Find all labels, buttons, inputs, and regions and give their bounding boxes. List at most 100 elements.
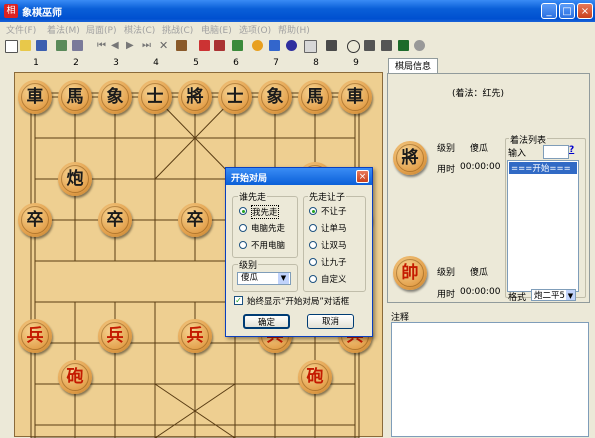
piece-black-horse[interactable]: 馬 [58,80,92,114]
level-select[interactable]: 傻瓜 ▼ [237,272,291,285]
color-icon[interactable] [252,40,263,51]
column-number: 4 [153,58,159,68]
radio-one-horse-label[interactable]: 让单马 [321,222,347,234]
ok-button[interactable]: 确定 [243,314,290,329]
engine-icon[interactable] [364,40,375,51]
move-input[interactable] [543,145,569,159]
radio-nine-pieces[interactable] [309,258,317,266]
piece-red-soldier[interactable]: 兵 [178,319,212,353]
radio-custom[interactable] [309,275,317,283]
bottom-player-piece: 帥 [393,256,427,290]
menu-file[interactable]: 文件(F) [6,23,36,36]
piece-black-soldier[interactable]: 卒 [18,203,52,237]
format-select[interactable]: 炮二平5 ▼ [531,289,576,301]
prev-move-icon[interactable]: ◀ [111,40,122,51]
column-number: 9 [353,58,359,68]
analysis-icon[interactable] [232,40,243,51]
always-show-checkbox[interactable]: ✓ [234,296,243,305]
moves-first-text: (着法：红先) [452,89,505,99]
paste-icon[interactable] [72,40,83,51]
radio-no-computer-label[interactable]: 不用电脑 [251,239,285,251]
column-number: 7 [273,58,279,68]
moves-list[interactable]: ===开始=== [507,160,579,292]
radio-computer-first-label[interactable]: 电脑先走 [251,222,285,234]
radio-no-handicap[interactable] [309,207,317,215]
copy-icon[interactable] [56,40,67,51]
music-icon[interactable] [326,40,337,51]
minimize-button[interactable]: _ [541,3,557,19]
bottom-level-value: 傻瓜 [470,268,489,278]
column-number: 6 [233,58,239,68]
radio-one-horse[interactable] [309,224,317,232]
bottom-time-value: 00:00:00 [460,287,501,297]
toolbar: ⏮ ◀ ▶ ⏭ ✕ [0,37,595,58]
piece-red-soldier[interactable]: 兵 [98,319,132,353]
piece-red-cannon[interactable]: 砲 [298,360,332,394]
monitor-icon[interactable] [269,40,280,51]
radio-no-handicap-label[interactable]: 不让子 [321,205,347,217]
chart-icon[interactable] [398,40,409,51]
maximize-button[interactable]: □ [559,3,575,19]
library-icon[interactable] [214,40,225,51]
piece-black-chariot[interactable]: 車 [338,80,372,114]
last-move-icon[interactable]: ⏭ [142,40,153,51]
piece-black-advisor[interactable]: 士 [138,80,172,114]
cancel-button[interactable]: 取消 [307,314,354,329]
open-icon[interactable] [20,40,31,51]
help-link[interactable]: ? [569,145,574,155]
piece-black-advisor[interactable]: 士 [218,80,252,114]
globe-icon[interactable] [286,40,297,51]
always-show-label[interactable]: 始终显示“开始对局”对话框 [247,295,349,307]
column-number: 1 [33,58,39,68]
top-level-value: 傻瓜 [470,144,489,154]
piece-black-chariot[interactable]: 車 [18,80,52,114]
position-icon[interactable] [176,40,187,51]
next-move-icon[interactable]: ▶ [126,40,137,51]
top-time-value: 00:00:00 [460,162,501,172]
dialog-close-button[interactable]: × [356,170,369,183]
piece-red-cannon[interactable]: 砲 [58,360,92,394]
dialog-title: 开始对局 [231,174,268,184]
engine2-icon[interactable] [381,40,392,51]
menu-computer[interactable]: 电脑(E) [201,23,232,36]
piece-black-soldier[interactable]: 卒 [178,203,212,237]
piece-red-soldier[interactable]: 兵 [18,319,52,353]
stop-icon[interactable] [414,40,425,51]
radio-me-first-label[interactable]: 我先走 [251,205,279,219]
book-icon[interactable] [199,40,210,51]
format-label: 格式 [508,293,527,303]
save-icon[interactable] [36,40,47,51]
first-move-icon[interactable]: ⏮ [97,40,108,51]
column-number: 8 [313,58,319,68]
menu-position[interactable]: 局面(P) [86,23,116,36]
menu-options[interactable]: 选项(O) [239,23,271,36]
menu-method[interactable]: 棋法(C) [124,23,155,36]
piece-black-horse[interactable]: 馬 [298,80,332,114]
menu-moves[interactable]: 着法(M) [47,23,80,36]
document-icon[interactable] [304,40,317,53]
radio-custom-label[interactable]: 自定义 [321,273,347,285]
delete-icon[interactable]: ✕ [159,40,170,51]
radio-computer-first[interactable] [239,224,247,232]
piece-black-elephant[interactable]: 象 [98,80,132,114]
app-icon: 相 [4,4,18,18]
piece-black-soldier[interactable]: 卒 [98,203,132,237]
radio-me-first[interactable] [239,207,247,215]
menu-challenge[interactable]: 挑战(C) [162,23,193,36]
piece-black-general[interactable]: 將 [178,80,212,114]
new-icon[interactable] [5,40,18,53]
radio-two-horses-label[interactable]: 让双马 [321,239,347,251]
notes-textarea[interactable] [391,322,589,437]
clock-icon[interactable] [347,40,360,53]
input-label: 输入 [508,149,527,159]
who-first-label: 谁先走 [238,190,268,203]
close-button[interactable]: × [577,3,593,19]
radio-two-horses[interactable] [309,241,317,249]
menu-help[interactable]: 帮助(H) [278,23,310,36]
piece-black-cannon[interactable]: 炮 [58,162,92,196]
list-item[interactable]: ===开始=== [509,162,577,174]
start-game-dialog: 开始对局 × 谁先走 我先走 电脑先走 不用电脑 先走让子 不让子 让单马 让双… [225,167,373,337]
radio-nine-pieces-label[interactable]: 让九子 [321,256,347,268]
piece-black-elephant[interactable]: 象 [258,80,292,114]
radio-no-computer[interactable] [239,241,247,249]
